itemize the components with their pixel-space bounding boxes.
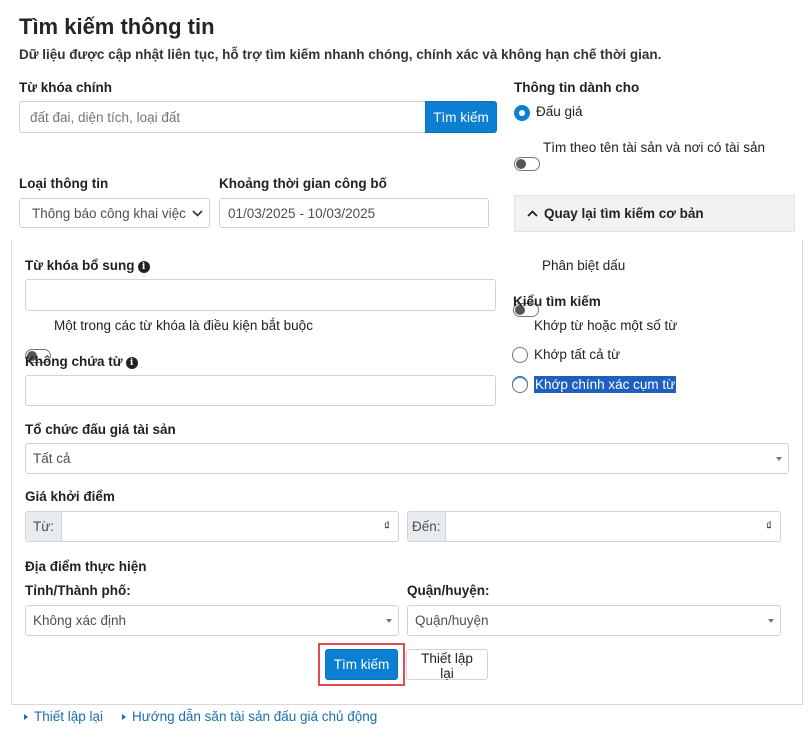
currency-icon: ₫	[765, 519, 772, 533]
info-icon[interactable]: i	[137, 261, 150, 273]
info-type-label: Loại thông tin	[19, 176, 109, 191]
date-range-input[interactable]: 01/03/2025 - 10/03/2025	[219, 198, 489, 228]
org-selected: Tất cả	[33, 451, 71, 466]
org-select[interactable]: Tất cả	[25, 443, 789, 474]
caret-right-icon	[122, 713, 126, 720]
auction-radio-label: Đấu giá	[536, 104, 583, 119]
search-mode-label: Kiểu tìm kiếm	[513, 294, 601, 309]
exclude-words-input[interactable]	[25, 375, 496, 406]
date-range-label: Khoảng thời gian công bố	[219, 176, 387, 191]
org-label: Tổ chức đấu giá tài sản	[25, 422, 176, 437]
caret-down-icon	[776, 456, 782, 461]
extra-keyword-input[interactable]	[25, 279, 496, 311]
footer-reset-link[interactable]: Thiết lập lại	[24, 709, 103, 724]
footer-guide-link[interactable]: Hướng dẫn săn tài sản đấu giá chủ động	[122, 709, 377, 724]
chevron-up-icon	[527, 210, 538, 217]
price-label: Giá khởi điểm	[25, 489, 115, 504]
district-select[interactable]: Quận/huyện	[407, 605, 781, 636]
price-from-label: Từ:	[26, 512, 63, 541]
extra-keyword-label: Từ khóa bổ sung i	[25, 258, 150, 273]
info-type-selected: Thông báo công khai việc	[32, 205, 186, 221]
price-to-label: Đến:	[408, 512, 446, 541]
caret-right-icon	[24, 713, 28, 720]
currency-icon: ₫	[383, 519, 390, 533]
district-label: Quận/huyện:	[407, 583, 490, 598]
mode-label-all: Khớp tất cả từ	[534, 347, 621, 362]
mode-radio-all[interactable]	[512, 347, 528, 363]
exclude-words-label: Không chứa từ i	[25, 354, 138, 369]
search-by-asset-toggle[interactable]	[514, 157, 540, 171]
caret-down-icon	[768, 618, 774, 623]
page-subtitle: Dữ liệu được cập nhật liên tục, hỗ trợ t…	[19, 47, 662, 62]
location-label: Địa điểm thực hiện	[25, 559, 147, 574]
caret-down-icon	[386, 618, 392, 623]
main-keyword-label: Từ khóa chính	[19, 80, 113, 95]
diacritics-label: Phân biệt dấu	[542, 258, 626, 273]
advanced-search-button[interactable]: Tìm kiếm	[325, 649, 398, 680]
mode-radio-exact[interactable]	[512, 377, 528, 393]
chevron-down-icon	[192, 210, 203, 217]
price-from-field[interactable]: Từ: ₫	[25, 511, 399, 542]
info-type-select[interactable]: Thông báo công khai việc	[19, 198, 210, 228]
one-of-keywords-label: Một trong các từ khóa là điều kiện bắt b…	[54, 318, 313, 333]
province-selected: Không xác định	[33, 613, 127, 628]
page-title: Tìm kiếm thông tin	[19, 14, 215, 39]
back-to-basic-label: Quay lại tìm kiếm cơ bản	[544, 206, 704, 221]
province-label: Tỉnh/Thành phố:	[25, 583, 131, 598]
price-to-field[interactable]: Đến: ₫	[407, 511, 781, 542]
date-range-value: 01/03/2025 - 10/03/2025	[228, 205, 376, 221]
back-to-basic-search[interactable]: Quay lại tìm kiếm cơ bản	[514, 195, 795, 232]
main-keyword-input[interactable]	[19, 101, 427, 133]
info-icon[interactable]: i	[125, 357, 138, 369]
info-for-label: Thông tin dành cho	[514, 80, 640, 95]
search-by-asset-label: Tìm theo tên tài sản và nơi có tài sản	[543, 140, 765, 155]
mode-label-any: Khớp từ hoặc một số từ	[534, 318, 678, 333]
reset-button[interactable]: Thiết lập lại	[406, 649, 488, 681]
mode-label-exact: Khớp chính xác cụm từ	[534, 376, 677, 393]
province-select[interactable]: Không xác định	[25, 605, 399, 636]
district-selected: Quận/huyện	[415, 613, 489, 628]
auction-radio[interactable]	[514, 105, 530, 121]
main-search-button[interactable]: Tìm kiếm	[425, 101, 497, 133]
